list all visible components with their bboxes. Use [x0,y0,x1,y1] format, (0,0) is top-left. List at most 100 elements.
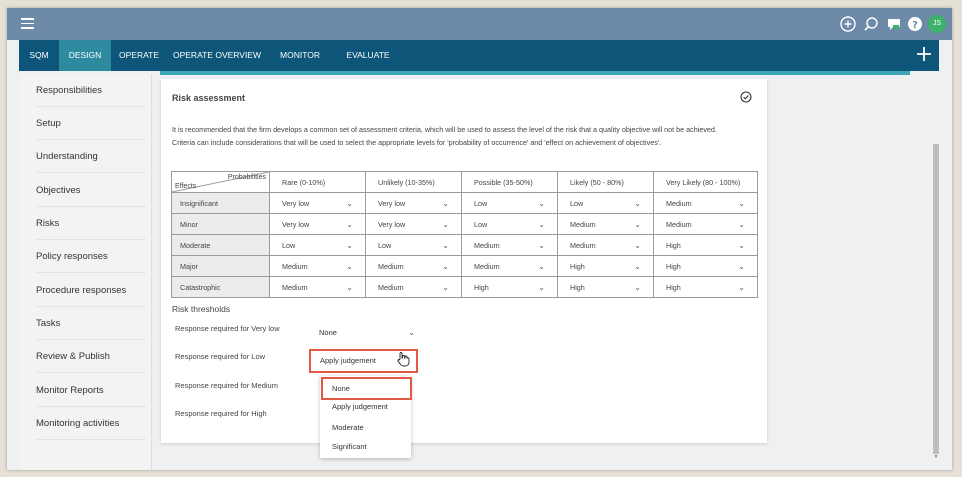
search-icon[interactable] [863,16,879,32]
check-circle-icon[interactable] [740,91,752,103]
scroll-down-icon[interactable]: ▼ [933,454,939,460]
risk-level-select[interactable]: Low ⌄ [365,234,462,256]
risk-level-select[interactable]: High ⌄ [557,255,654,277]
risk-level-select[interactable]: Low ⌄ [461,192,558,214]
risk-level-select[interactable]: Low ⌄ [461,213,558,235]
chevron-down-icon: ⌄ [346,240,353,250]
description-line-1: It is recommended that the firm develops… [172,125,717,134]
select-value: Low [378,240,392,250]
chevron-down-icon: ⌄ [442,198,449,208]
sidebar-item-procedure-responses[interactable]: Procedure responses [36,274,146,307]
risk-level-select[interactable]: High ⌄ [653,276,758,298]
main-nav: SQM DESIGN OPERATE OPERATE OVERVIEW MONI… [19,40,939,71]
risk-level-select[interactable]: High ⌄ [653,234,758,256]
nav-evaluate[interactable]: EVALUATE [333,40,403,71]
sidebar-item-policy-responses[interactable]: Policy responses [36,240,146,273]
menu-icon[interactable] [21,18,34,29]
matrix-row: Insignificant Very low ⌄ Very low ⌄ Low ⌄ L… [171,192,758,214]
chevron-down-icon: ⌄ [738,198,745,208]
risk-level-select[interactable]: Medium ⌄ [557,213,654,235]
chevron-down-icon: ⌄ [346,282,353,292]
risk-level-select[interactable]: Medium ⌄ [461,234,558,256]
risk-level-select[interactable]: Very low ⌄ [269,192,366,214]
risk-level-select[interactable]: Medium ⌄ [653,213,758,235]
risk-level-select[interactable]: Medium ⌄ [461,255,558,277]
nav-monitor[interactable]: MONITOR [267,40,333,71]
nav-operate-overview[interactable]: OPERATE OVERVIEW [167,40,267,71]
sidebar-item-monitoring-activities[interactable]: Monitoring activities [36,407,146,440]
risk-level-select[interactable]: Very low ⌄ [269,213,366,235]
chevron-down-icon: ⌄ [346,198,353,208]
chevron-down-icon: ⌄ [538,282,545,292]
select-value: High [666,261,681,271]
select-value: High [474,282,489,292]
sidebar-item-responsibilities[interactable]: Responsibilities [36,74,146,107]
chat-icon[interactable] [886,16,902,32]
threshold-select-very-low[interactable]: None ⌄ [319,326,415,340]
avatar[interactable]: JS [928,15,946,33]
help-icon[interactable]: ? [907,16,923,32]
risk-level-select[interactable]: High ⌄ [461,276,558,298]
chevron-down-icon: ⌄ [346,219,353,229]
scrollbar[interactable]: ▼ [932,74,940,461]
select-value: None [319,328,337,337]
risk-level-select[interactable]: Medium ⌄ [269,276,366,298]
dropdown-option-moderate[interactable]: Moderate [332,423,364,432]
chevron-down-icon: ⌄ [346,261,353,271]
risk-level-select[interactable]: Low ⌄ [557,192,654,214]
risk-level-select[interactable]: Medium ⌄ [269,255,366,277]
risk-level-select[interactable]: High ⌄ [653,255,758,277]
risk-level-select[interactable]: Medium ⌄ [365,276,462,298]
select-value: Medium [570,219,596,229]
risk-level-select[interactable]: Medium ⌄ [365,255,462,277]
plus-icon[interactable] [916,46,932,62]
sidebar-item-monitor-reports[interactable]: Monitor Reports [36,374,146,407]
dropdown-option-significant[interactable]: Significant [332,442,367,451]
matrix-row: Major Medium ⌄ Medium ⌄ Medium ⌄ High ⌄ High… [171,255,758,277]
select-value: Low [474,198,488,208]
chevron-down-icon: ⌄ [442,282,449,292]
select-value: Medium [570,240,596,250]
select-value: Medium [282,261,308,271]
select-value: Very low [282,219,310,229]
nav-operate[interactable]: OPERATE [111,40,167,71]
dropdown-option-apply-judgement[interactable]: Apply judgement [332,402,388,411]
dropdown-option-none[interactable]: None [321,377,412,400]
nav-design[interactable]: DESIGN [59,40,111,71]
sidebar-item-review-publish[interactable]: Review & Publish [36,340,146,373]
risk-level-select[interactable]: Medium ⌄ [557,234,654,256]
scrollbar-thumb[interactable] [933,144,939,454]
chevron-down-icon: ⌄ [738,219,745,229]
select-value: High [570,261,585,271]
risk-level-select[interactable]: Very low ⌄ [365,192,462,214]
chevron-down-icon: ⌄ [538,240,545,250]
sidebar-item-tasks[interactable]: Tasks [36,307,146,340]
chevron-down-icon: ⌄ [738,282,745,292]
select-value: Medium [378,282,404,292]
threshold-label-medium: Response required for Medium [175,381,278,390]
column-header: Unlikely (10-35%) [365,171,462,193]
select-value: High [570,282,585,292]
chevron-down-icon: ⌄ [442,261,449,271]
sidebar-item-risks[interactable]: Risks [36,207,146,240]
matrix-row: Moderate Low ⌄ Low ⌄ Medium ⌄ Medium ⌄ High ⌄ [171,234,758,256]
chevron-down-icon: ⌄ [634,261,641,271]
add-circle-icon[interactable] [840,16,856,32]
select-value: High [666,240,681,250]
risk-level-select[interactable]: Very low ⌄ [365,213,462,235]
chevron-down-icon: ⌄ [538,198,545,208]
risk-level-select[interactable]: High ⌄ [557,276,654,298]
risk-level-select[interactable]: Medium ⌄ [653,192,758,214]
nav-sqm[interactable]: SQM [19,40,59,71]
column-header: Rare (0-10%) [269,171,366,193]
card-description: It is recommended that the firm develops… [172,123,760,149]
sidebar-item-objectives[interactable]: Objectives [36,174,146,207]
effect-label: Minor [171,213,270,235]
sidebar-item-understanding[interactable]: Understanding [36,140,146,173]
effect-label: Insignificant [171,192,270,214]
risk-level-select[interactable]: Low ⌄ [269,234,366,256]
chevron-down-icon: ⌄ [634,240,641,250]
chevron-down-icon: ⌄ [442,240,449,250]
sidebar-item-setup[interactable]: Setup [36,107,146,140]
select-value: High [666,282,681,292]
